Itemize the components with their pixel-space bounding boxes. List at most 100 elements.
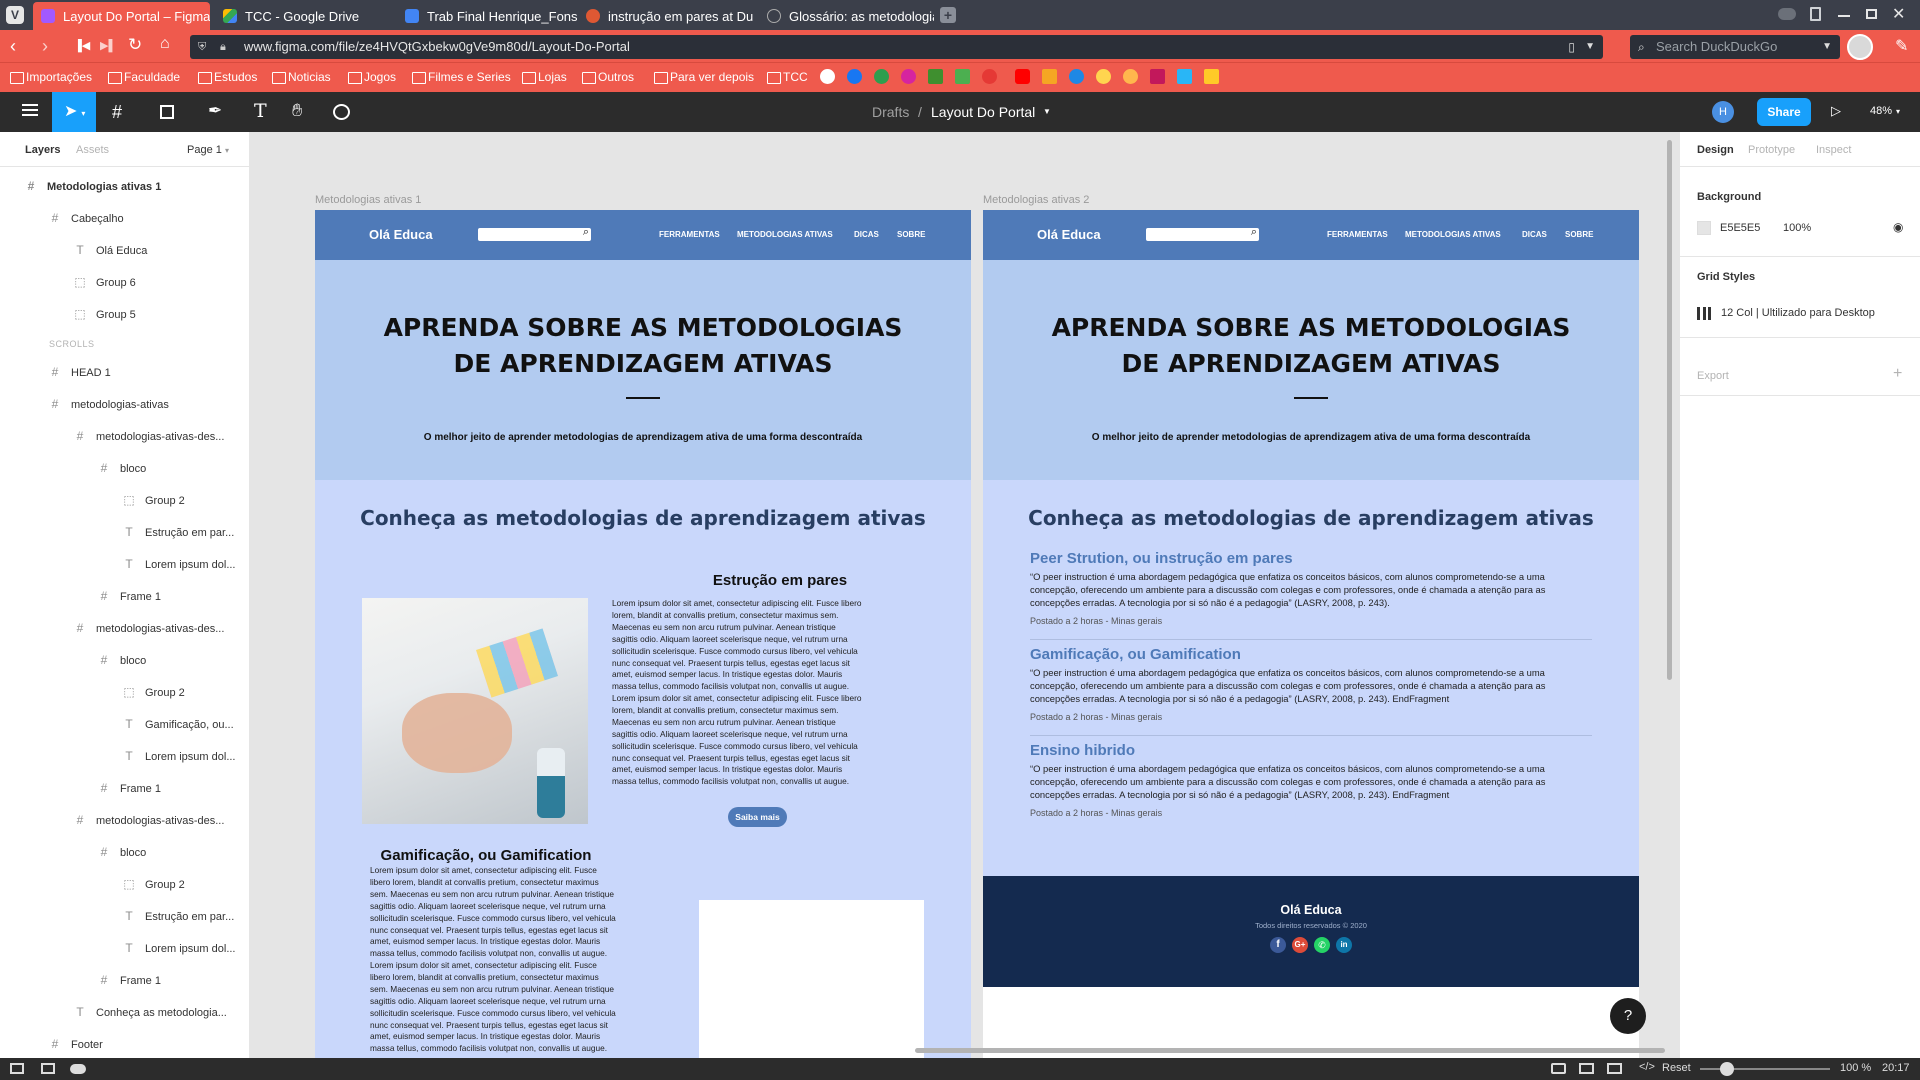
hand-tool-icon[interactable]: ✋︎	[292, 100, 302, 121]
bookmark-folder[interactable]: Noticias	[272, 69, 331, 85]
nav-link[interactable]: DICAS	[854, 230, 879, 239]
layer-item[interactable]: T Estrução em par...	[123, 522, 234, 542]
bookmark-site-icon[interactable]	[1177, 69, 1192, 84]
bookmark-folder[interactable]: Importações	[10, 69, 92, 85]
article-title[interactable]: Ensino hibrido	[1030, 742, 1135, 759]
eye-icon[interactable]: ◉	[1893, 220, 1903, 234]
shield-icon[interactable]: ⛨	[198, 35, 206, 59]
rewind-icon[interactable]: ▐◀	[74, 39, 90, 52]
code-icon[interactable]: </>	[1639, 1061, 1655, 1073]
bookmark-icon[interactable]: ▯	[1568, 35, 1575, 59]
bookmark-folder[interactable]: Estudos	[198, 69, 257, 85]
user-avatar[interactable]: H	[1712, 101, 1734, 123]
tab-layers[interactable]: Layers	[25, 144, 60, 156]
saiba-mais-button[interactable]: Saiba mais	[728, 807, 787, 827]
layer-item[interactable]: ⬚ Group 2	[123, 490, 184, 510]
grid-style-item[interactable]: 12 Col | Ultilizado para Desktop	[1721, 307, 1875, 319]
search-field[interactable]: ⌕ Search DuckDuckGo ▼	[1630, 35, 1840, 59]
extension-icon[interactable]: ✎	[1895, 36, 1908, 56]
bookmark-site-icon[interactable]	[1096, 69, 1111, 84]
bookmark-folder[interactable]: Lojas	[522, 69, 567, 85]
layer-item[interactable]: # Frame 1	[98, 970, 161, 990]
present-play-icon[interactable]: ▷	[1831, 103, 1841, 119]
camera-icon[interactable]	[1551, 1063, 1566, 1074]
nav-link[interactable]: METODOLOGIAS ATIVAS	[737, 230, 833, 239]
main-menu-icon[interactable]	[22, 104, 38, 116]
layer-item[interactable]: # Metodologias ativas 1	[25, 176, 162, 196]
site-search-input[interactable]: ⌕	[1146, 226, 1259, 241]
article-title[interactable]: Gamificação, ou Gamification	[1030, 646, 1241, 663]
minimize-icon[interactable]	[1838, 15, 1850, 17]
add-export-icon[interactable]: +	[1893, 365, 1902, 383]
tab-prototype[interactable]: Prototype	[1748, 144, 1795, 156]
shape-tool-icon[interactable]	[160, 105, 174, 119]
bookmark-folder[interactable]: Para ver depois	[654, 69, 754, 85]
url-field[interactable]: ⛨ 🔒︎ www.figma.com/file/ze4HVQtGxbekw0gV…	[190, 35, 1603, 59]
frame-tool-icon[interactable]: #	[112, 102, 122, 123]
bookmark-site-icon[interactable]	[1042, 69, 1057, 84]
tab-duckduckgo[interactable]: instrução em pares at Duck	[578, 2, 753, 30]
tab-tiling-icon[interactable]	[41, 1063, 55, 1074]
linkedin-icon[interactable]: in	[1336, 937, 1352, 953]
bookmark-site-icon[interactable]	[874, 69, 889, 84]
bookmark-folder[interactable]: Jogos	[348, 69, 396, 85]
tab-drive[interactable]: TCC - Google Drive	[215, 2, 395, 30]
layer-item[interactable]: # bloco	[98, 650, 147, 670]
layer-item[interactable]: T Lorem ipsum dol...	[123, 938, 235, 958]
layer-item[interactable]: # HEAD 1	[49, 362, 111, 382]
bookmark-site-icon[interactable]	[955, 69, 970, 84]
back-icon[interactable]: ‹	[10, 36, 16, 57]
tab-docs[interactable]: Trab Final Henrique_Fonse	[397, 2, 577, 30]
zoom-slider-handle[interactable]	[1720, 1062, 1734, 1076]
google-plus-icon[interactable]: G+	[1292, 937, 1308, 953]
layer-item[interactable]: T Lorem ipsum dol...	[123, 746, 235, 766]
bookmark-site-icon[interactable]	[1150, 69, 1165, 84]
reset-zoom-button[interactable]: Reset	[1662, 1062, 1691, 1074]
layer-item[interactable]: # Frame 1	[98, 586, 161, 606]
comment-tool-icon[interactable]	[333, 104, 350, 120]
site-search-input[interactable]: ⌕	[478, 226, 591, 241]
layer-item[interactable]: T Conheça as metodologia...	[74, 1002, 227, 1022]
image-toggle-icon[interactable]	[1607, 1063, 1622, 1074]
layer-item[interactable]: # Frame 1	[98, 778, 161, 798]
facebook-icon[interactable]: f	[1270, 937, 1286, 953]
layer-item[interactable]: T Gamificação, ou...	[123, 714, 233, 734]
nav-link[interactable]: SOBRE	[1565, 230, 1593, 239]
bookmark-folder[interactable]: TCC	[767, 69, 808, 85]
tab-glossario[interactable]: Glossário: as metodologias	[759, 2, 934, 30]
bookmark-site-icon[interactable]	[1069, 69, 1084, 84]
panel-toggle-icon[interactable]	[10, 1063, 24, 1074]
layer-item[interactable]: # Cabeçalho	[49, 208, 124, 228]
close-window-icon[interactable]: ✕	[1892, 4, 1905, 24]
bookmark-folder[interactable]: Faculdade	[108, 69, 180, 85]
zoom-slider[interactable]	[1700, 1062, 1830, 1076]
frame-label[interactable]: Metodologias ativas 1	[315, 194, 421, 206]
nav-link[interactable]: FERRAMENTAS	[1327, 230, 1388, 239]
layer-item[interactable]: ⬚ Group 5	[74, 304, 135, 324]
layer-item[interactable]: T Estrução em par...	[123, 906, 234, 926]
maximize-icon[interactable]	[1866, 9, 1877, 19]
layer-item[interactable]: ⬚ Group 2	[123, 682, 184, 702]
youtube-icon[interactable]	[1015, 69, 1030, 84]
forward-icon[interactable]: ›	[42, 36, 48, 57]
layer-item[interactable]: T Olá Educa	[74, 240, 147, 260]
figma-canvas[interactable]: Metodologias ativas 1 Metodologias ativa…	[250, 132, 1679, 1058]
layer-item[interactable]: T Lorem ipsum dol...	[123, 554, 235, 574]
share-button[interactable]: Share	[1757, 98, 1811, 126]
layer-item[interactable]: # metodologias-ativas	[49, 394, 169, 414]
fast-forward-icon[interactable]: ▶▌	[100, 39, 116, 52]
page-tiling-icon[interactable]	[1579, 1063, 1594, 1074]
reload-icon[interactable]: ↻	[128, 35, 142, 55]
frame-metodologias-1[interactable]: Olá Educa ⌕ FERRAMENTAS METODOLOGIAS ATI…	[315, 210, 971, 1058]
home-icon[interactable]: ⌂	[160, 35, 170, 53]
tab-inspect[interactable]: Inspect	[1816, 144, 1851, 156]
instagram-icon[interactable]	[901, 69, 916, 84]
file-name[interactable]: Layout Do Portal	[931, 104, 1035, 120]
nav-link[interactable]: SOBRE	[897, 230, 925, 239]
facebook-icon[interactable]	[847, 69, 862, 84]
cloud-sync-icon[interactable]	[70, 1064, 86, 1074]
google-icon[interactable]	[820, 69, 835, 84]
new-tab-icon[interactable]: +	[940, 7, 956, 23]
bookmark-folder[interactable]: Outros	[582, 69, 634, 85]
nav-link[interactable]: FERRAMENTAS	[659, 230, 720, 239]
